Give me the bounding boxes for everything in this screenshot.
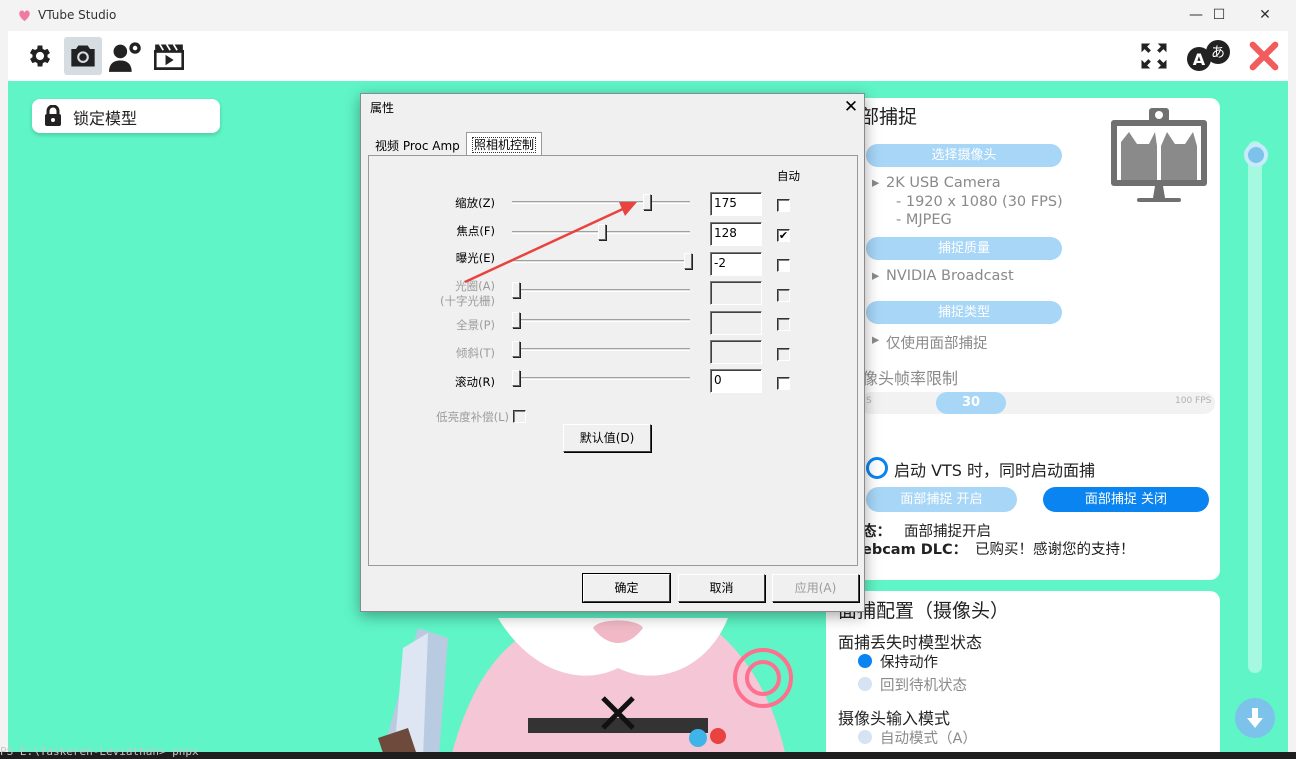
tracking-lost-title: 面捕丢失时模型状态	[838, 633, 983, 652]
scroll-down-button[interactable]	[1235, 698, 1275, 738]
autostart-radio[interactable]	[866, 457, 888, 479]
title-bar: VTube Studio — ☐ ✕	[0, 0, 1296, 31]
clapperboard-icon[interactable]	[150, 37, 188, 75]
terminal-prompt: PS E:\Yaskeren-Leviathan> pnpx	[0, 745, 199, 758]
tilt-slider-thumb	[512, 341, 520, 357]
roll-value-field[interactable]: 0	[710, 369, 762, 393]
camera-name: 2K USB Camera	[886, 175, 1001, 191]
keep-action-label: 保持动作	[880, 655, 938, 671]
tilt-auto-checkbox	[777, 348, 790, 361]
language-icon[interactable]: Aあ	[1184, 37, 1234, 75]
tilt-label: 倾斜(T)	[456, 346, 495, 360]
scrollbar-knob[interactable]	[1244, 143, 1268, 167]
camera-icon[interactable]	[64, 37, 102, 75]
maximize-button[interactable]: ☐	[1196, 0, 1242, 31]
type-expander-icon[interactable]: ▸	[872, 332, 879, 348]
iris-value-field	[710, 281, 762, 305]
roll-auto-checkbox[interactable]	[777, 377, 790, 390]
roll-slider-thumb[interactable]	[512, 370, 520, 386]
vertical-scrollbar[interactable]	[1248, 141, 1262, 673]
exposure-slider-thumb[interactable]	[684, 253, 692, 269]
app-logo-icon	[19, 10, 30, 22]
face-tracking-config-panel: 面捕配置（摄像头） 面捕丢失时模型状态 保持动作 回到待机状态 摄像头输入模式 …	[826, 591, 1220, 752]
quality-expander-icon[interactable]: ▸	[872, 268, 879, 284]
zoom-auto-checkbox[interactable]	[777, 199, 790, 212]
red-annotation-arrow	[464, 202, 637, 284]
low-light-checkbox	[513, 410, 526, 423]
close-x-icon[interactable]	[1245, 37, 1283, 75]
apply-button: 应用(A)	[772, 574, 859, 602]
keep-action-radio[interactable]	[858, 654, 872, 668]
pan-slider-track	[512, 319, 690, 322]
autostart-label: 启动 VTS 时，同时启动面捕	[894, 461, 1096, 480]
exposure-auto-checkbox[interactable]	[777, 259, 790, 272]
roll-label: 滚动(R)	[455, 375, 495, 389]
svg-text:A: A	[1193, 50, 1206, 69]
dialog-title: 属性	[370, 101, 395, 115]
camera-resolution: - 1920 x 1080 (30 FPS)	[896, 194, 1063, 210]
user-settings-icon[interactable]	[107, 37, 145, 75]
select-camera-button[interactable]: 选择摄像头	[866, 144, 1062, 167]
tracking-on-button[interactable]: 面部捕捉 开启	[866, 487, 1017, 512]
zoom-value-field[interactable]: 175	[710, 192, 762, 216]
lock-icon	[45, 105, 61, 126]
type-value: 仅使用面部捕捉	[886, 336, 988, 352]
gear-icon[interactable]	[21, 37, 59, 75]
face-tracking-panel: 部捕捉 选择摄像头 ▸ 2K USB Camera - 1920 x 1080 …	[826, 98, 1220, 580]
webcam-cat-illustration	[1111, 108, 1207, 202]
exposure-value-field[interactable]: -2	[710, 252, 762, 276]
focus-value-field[interactable]: 128	[710, 222, 762, 246]
fps-slider-thumb[interactable]: 30	[936, 392, 1006, 414]
fps-max-label: 100 FPS	[1175, 396, 1212, 406]
auto-column-header: 自动	[777, 169, 800, 183]
cancel-button[interactable]: 取消	[678, 574, 765, 602]
pan-slider-thumb	[512, 312, 520, 328]
pan-auto-checkbox	[777, 318, 790, 331]
camera-expander-icon[interactable]: ▸	[872, 175, 879, 191]
dlc-label: ebcam DLC：	[862, 542, 968, 558]
camera-control-pane: 自动 缩放(Z) 175 焦点(F) 128 ✔ 曝光(E) -2 光圈(A) …	[368, 155, 858, 566]
dlc-value: 已购买！感谢您的支持！	[975, 542, 1135, 558]
camera-input-title: 摄像头输入模式	[838, 709, 951, 728]
tilt-slider-track	[512, 348, 690, 351]
default-button[interactable]: 默认值(D)	[563, 424, 651, 452]
fps-slider-track[interactable]	[860, 392, 1215, 414]
lock-model-button[interactable]: 锁定模型	[32, 99, 220, 133]
lock-model-label: 锁定模型	[73, 109, 138, 128]
ok-button[interactable]: 确定	[582, 573, 671, 603]
window-close-button[interactable]: ✕	[1242, 0, 1288, 31]
tab-camera-control[interactable]: 照相机控制	[466, 132, 543, 156]
dialog-close-button[interactable]: ✕	[837, 95, 865, 119]
auto-mode-label: 自动模式（A）	[880, 731, 977, 747]
tilt-value-field	[710, 340, 762, 364]
vtuber-model-art	[378, 618, 793, 752]
return-idle-radio[interactable]	[858, 677, 872, 691]
window-title: VTube Studio	[38, 8, 117, 22]
fullscreen-icon[interactable]	[1135, 37, 1173, 75]
fps-limit-title: 像头帧率限制	[862, 369, 959, 388]
main-toolbar: Aあ	[8, 31, 1288, 81]
properties-dialog: 属性 ✕ 视频 Proc Amp 照相机控制 自动 缩放(Z) 175 焦点(F…	[360, 93, 865, 612]
auto-mode-radio[interactable]	[858, 730, 872, 744]
panel-title: 部捕捉	[860, 106, 918, 128]
pan-value-field	[710, 311, 762, 335]
pan-label: 全景(P)	[456, 318, 495, 332]
roll-slider-track[interactable]	[512, 377, 690, 380]
quality-value: NVIDIA Broadcast	[886, 268, 1014, 284]
capture-type-button[interactable]: 捕捉类型	[866, 301, 1062, 324]
tracking-off-button[interactable]: 面部捕捉 关闭	[1043, 487, 1209, 512]
svg-text:あ: あ	[1211, 45, 1225, 61]
low-light-label: 低亮度补偿(L)	[436, 410, 509, 424]
iris-sublabel: (十字光栅)	[440, 294, 495, 308]
camera-format: - MJPEG	[896, 212, 952, 228]
iris-auto-checkbox	[777, 289, 790, 302]
focus-auto-checkbox[interactable]: ✔	[777, 229, 790, 242]
capture-quality-button[interactable]: 捕捉质量	[866, 237, 1062, 260]
return-idle-label: 回到待机状态	[880, 678, 967, 694]
arrow-down-icon	[1247, 708, 1263, 728]
tab-video-proc-amp[interactable]: 视频 Proc Amp	[370, 134, 465, 156]
iris-slider-track	[512, 289, 690, 292]
tab-camera-control-label: 照相机控制	[472, 137, 537, 153]
fps-min-label: S	[866, 396, 872, 406]
